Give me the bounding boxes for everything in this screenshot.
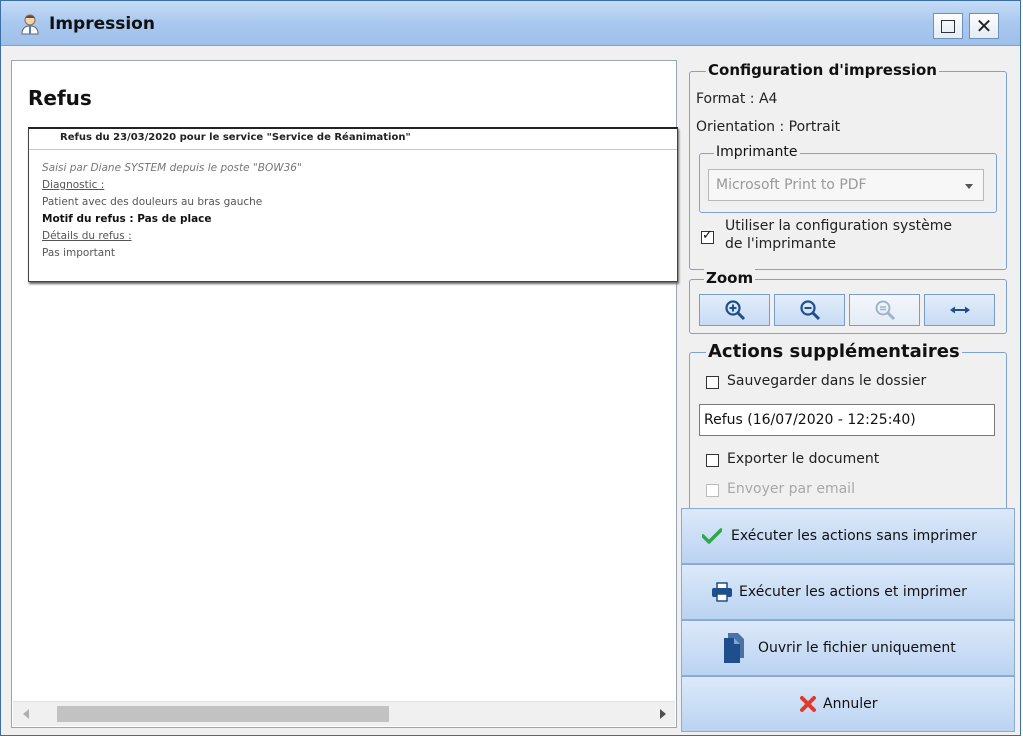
use-system-config-checkbox[interactable] <box>701 228 714 244</box>
open-file-only-label: Ouvrir le fichier uniquement <box>758 640 956 656</box>
printer-icon <box>712 582 732 602</box>
cancel-x-icon <box>800 696 816 712</box>
format-label: Format : A4 <box>696 91 778 107</box>
checkmark-icon <box>702 528 722 544</box>
send-email-label: Envoyer par email <box>727 481 855 497</box>
doctor-app-icon <box>21 14 39 35</box>
save-to-folder-checkbox[interactable] <box>706 376 719 389</box>
zoom-out-button[interactable] <box>774 294 845 326</box>
printer-select[interactable]: Microsoft Print to PDF <box>708 169 984 201</box>
dropdown-arrow-icon <box>965 184 973 189</box>
run-without-print-label: Exécuter les actions sans imprimer <box>731 528 977 544</box>
printer-group-title: Imprimante <box>714 144 800 160</box>
save-to-folder-label: Sauvegarder dans le dossier <box>727 373 927 389</box>
refusal-reason: Motif du refus : Pas de place <box>42 213 212 225</box>
diagnostic-heading: Diagnostic : <box>42 179 105 191</box>
document-icon <box>724 633 744 663</box>
refusal-details-text: Pas important <box>42 247 115 259</box>
additional-actions-title: Actions supplémentaires <box>706 341 962 362</box>
print-config-title: Configuration d'impression <box>706 61 939 79</box>
refusal-details-heading: Détails du refus : <box>42 230 132 242</box>
scroll-left-icon[interactable] <box>23 709 29 719</box>
cancel-button[interactable]: Annuler <box>681 676 1015 732</box>
zoom-reset-button[interactable] <box>849 294 920 326</box>
fit-width-icon <box>949 306 970 314</box>
zoom-out-icon <box>799 300 820 321</box>
printer-group: Imprimante Microsoft Print to PDF <box>699 144 997 213</box>
print-dialog: Impression ✕ Refus Refus du 23/03/2020 p… <box>0 0 1021 736</box>
close-button[interactable]: ✕ <box>969 13 999 39</box>
fit-width-button[interactable] <box>924 294 995 326</box>
export-document-label: Exporter le document <box>727 451 880 467</box>
zoom-in-icon <box>724 300 745 321</box>
zoom-title: Zoom <box>704 269 756 287</box>
scrollbar-thumb[interactable] <box>57 706 389 722</box>
zoom-group: Zoom <box>689 269 1007 334</box>
use-system-config-label-1: Utiliser la configuration système <box>725 218 952 234</box>
scroll-right-icon[interactable] <box>660 709 666 719</box>
run-and-print-label: Exécuter les actions et imprimer <box>739 584 967 600</box>
filename-input[interactable]: Refus (16/07/2020 - 12:25:40) <box>699 404 995 436</box>
run-and-print-button[interactable]: Exécuter les actions et imprimer <box>681 564 1015 620</box>
orientation-label: Orientation : Portrait <box>696 119 841 135</box>
diagnostic-text: Patient avec des douleurs au bras gauche <box>42 196 263 208</box>
horizontal-scrollbar[interactable] <box>13 701 675 726</box>
use-system-config-label-2: de l'imprimante <box>725 236 836 252</box>
preview-title: Refus <box>28 86 92 110</box>
maximize-button[interactable] <box>933 13 963 39</box>
zoom-in-button[interactable] <box>699 294 770 326</box>
run-without-print-button[interactable]: Exécuter les actions sans imprimer <box>681 508 1015 564</box>
export-document-checkbox[interactable] <box>706 454 719 467</box>
zoom-reset-icon <box>875 300 895 321</box>
open-file-only-button[interactable]: Ouvrir le fichier uniquement <box>681 620 1015 676</box>
title-bar[interactable]: Impression ✕ <box>1 1 1020 46</box>
printer-select-value: Microsoft Print to PDF <box>716 177 867 193</box>
document-author-line: Saisi par Diane SYSTEM depuis le poste "… <box>42 162 302 174</box>
cancel-label: Annuler <box>823 696 878 712</box>
window-title: Impression <box>49 14 155 34</box>
close-icon: ✕ <box>975 14 993 38</box>
document-header: Refus du 23/03/2020 pour le service "Ser… <box>29 129 677 150</box>
print-preview-pane[interactable]: Refus Refus du 23/03/2020 pour le servic… <box>11 60 678 728</box>
document-card: Refus du 23/03/2020 pour le service "Ser… <box>28 127 678 282</box>
send-email-checkbox[interactable] <box>706 484 719 497</box>
maximize-icon <box>941 19 955 33</box>
